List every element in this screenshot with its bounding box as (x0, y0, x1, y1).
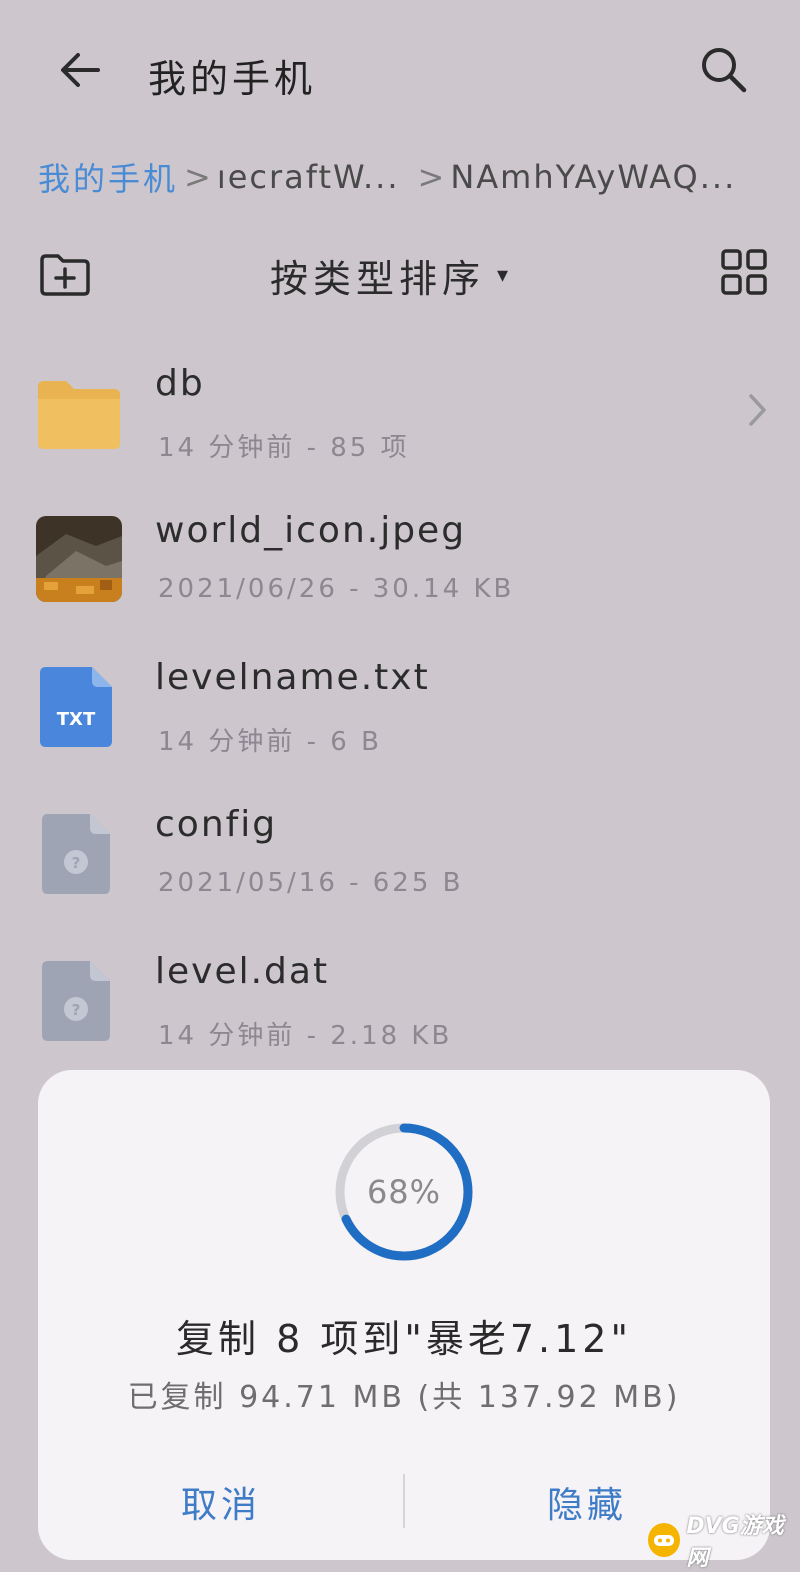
caret-down-icon: ▾ (497, 262, 514, 288)
breadcrumb-separator: > (417, 158, 445, 196)
list-item[interactable]: ? level.dat 14 分钟前 - 2.18 KB (0, 933, 800, 1080)
list-item[interactable]: db 14 分钟前 - 85 项 (0, 345, 800, 492)
file-list: db 14 分钟前 - 85 项 world_icon.jpeg 2021/06… (0, 345, 800, 1080)
top-app-bar: 我的手机 (0, 0, 800, 140)
svg-text:?: ? (72, 854, 81, 872)
file-meta: 2021/05/16 - 625 B (158, 868, 464, 898)
chevron-right-icon (742, 390, 772, 430)
watermark-text: DVG游戏网 (686, 1514, 784, 1571)
file-name: levelname.txt (155, 657, 430, 698)
progress-percent: 68% (366, 1173, 442, 1211)
grid-view-button[interactable] (720, 248, 768, 296)
breadcrumb-home[interactable]: 我的手机 (38, 154, 178, 200)
search-button[interactable] (692, 38, 756, 102)
watermark: DVG游戏网 (648, 1514, 800, 1571)
list-item[interactable]: TXT levelname.txt 14 分钟前 - 6 B (0, 639, 800, 786)
file-name: level.dat (155, 951, 330, 992)
file-meta: 14 分钟前 - 6 B (158, 727, 382, 757)
svg-text:?: ? (72, 1001, 81, 1019)
list-item[interactable]: world_icon.jpeg 2021/06/26 - 30.14 KB (0, 492, 800, 639)
dialog-title: 复制 8 项到"暴老7.12" (176, 1317, 632, 1361)
txt-file-icon: TXT (36, 663, 122, 749)
breadcrumb-current-folder[interactable]: NAmhYAyWAQ... (450, 158, 736, 196)
list-toolbar: 按类型排序 ▾ (0, 240, 800, 310)
breadcrumb-separator: > (184, 158, 211, 196)
arrow-left-icon (61, 53, 100, 87)
gamepad-icon (648, 1523, 681, 1557)
cancel-button[interactable]: 取消 (38, 1462, 404, 1542)
page-title: 我的手机 (148, 57, 317, 101)
sort-label: 按类型排序 (270, 256, 486, 301)
file-name: db (155, 363, 205, 404)
unknown-file-icon: ? (36, 810, 122, 896)
breadcrumb: 我的手机 > ıecraftW... > NAmhYAyWAQ... (38, 152, 778, 202)
folder-icon (36, 369, 122, 455)
file-meta: 14 分钟前 - 85 项 (158, 433, 410, 463)
search-icon (702, 48, 747, 93)
dialog-subtitle: 已复制 94.71 MB (共 137.92 MB) (127, 1380, 681, 1415)
back-button[interactable] (50, 40, 110, 100)
file-meta: 14 分钟前 - 2.18 KB (158, 1021, 453, 1051)
breadcrumb-parent-folder[interactable]: ıecraftW... (217, 158, 400, 196)
sort-dropdown[interactable]: 按类型排序 ▾ (270, 248, 513, 302)
list-item[interactable]: ? config 2021/05/16 - 625 B (0, 786, 800, 933)
grid-view-icon (721, 249, 767, 295)
file-meta: 2021/06/26 - 30.14 KB (158, 574, 515, 604)
new-folder-button[interactable] (38, 250, 92, 300)
file-name: world_icon.jpeg (155, 510, 467, 551)
image-thumbnail (36, 516, 122, 602)
file-name: config (155, 804, 278, 845)
unknown-file-icon: ? (36, 957, 122, 1043)
txt-badge: TXT (57, 709, 96, 730)
new-folder-icon (40, 254, 90, 296)
copy-progress-dialog: 68% 复制 8 项到"暴老7.12" 已复制 94.71 MB (共 137.… (38, 1070, 770, 1560)
